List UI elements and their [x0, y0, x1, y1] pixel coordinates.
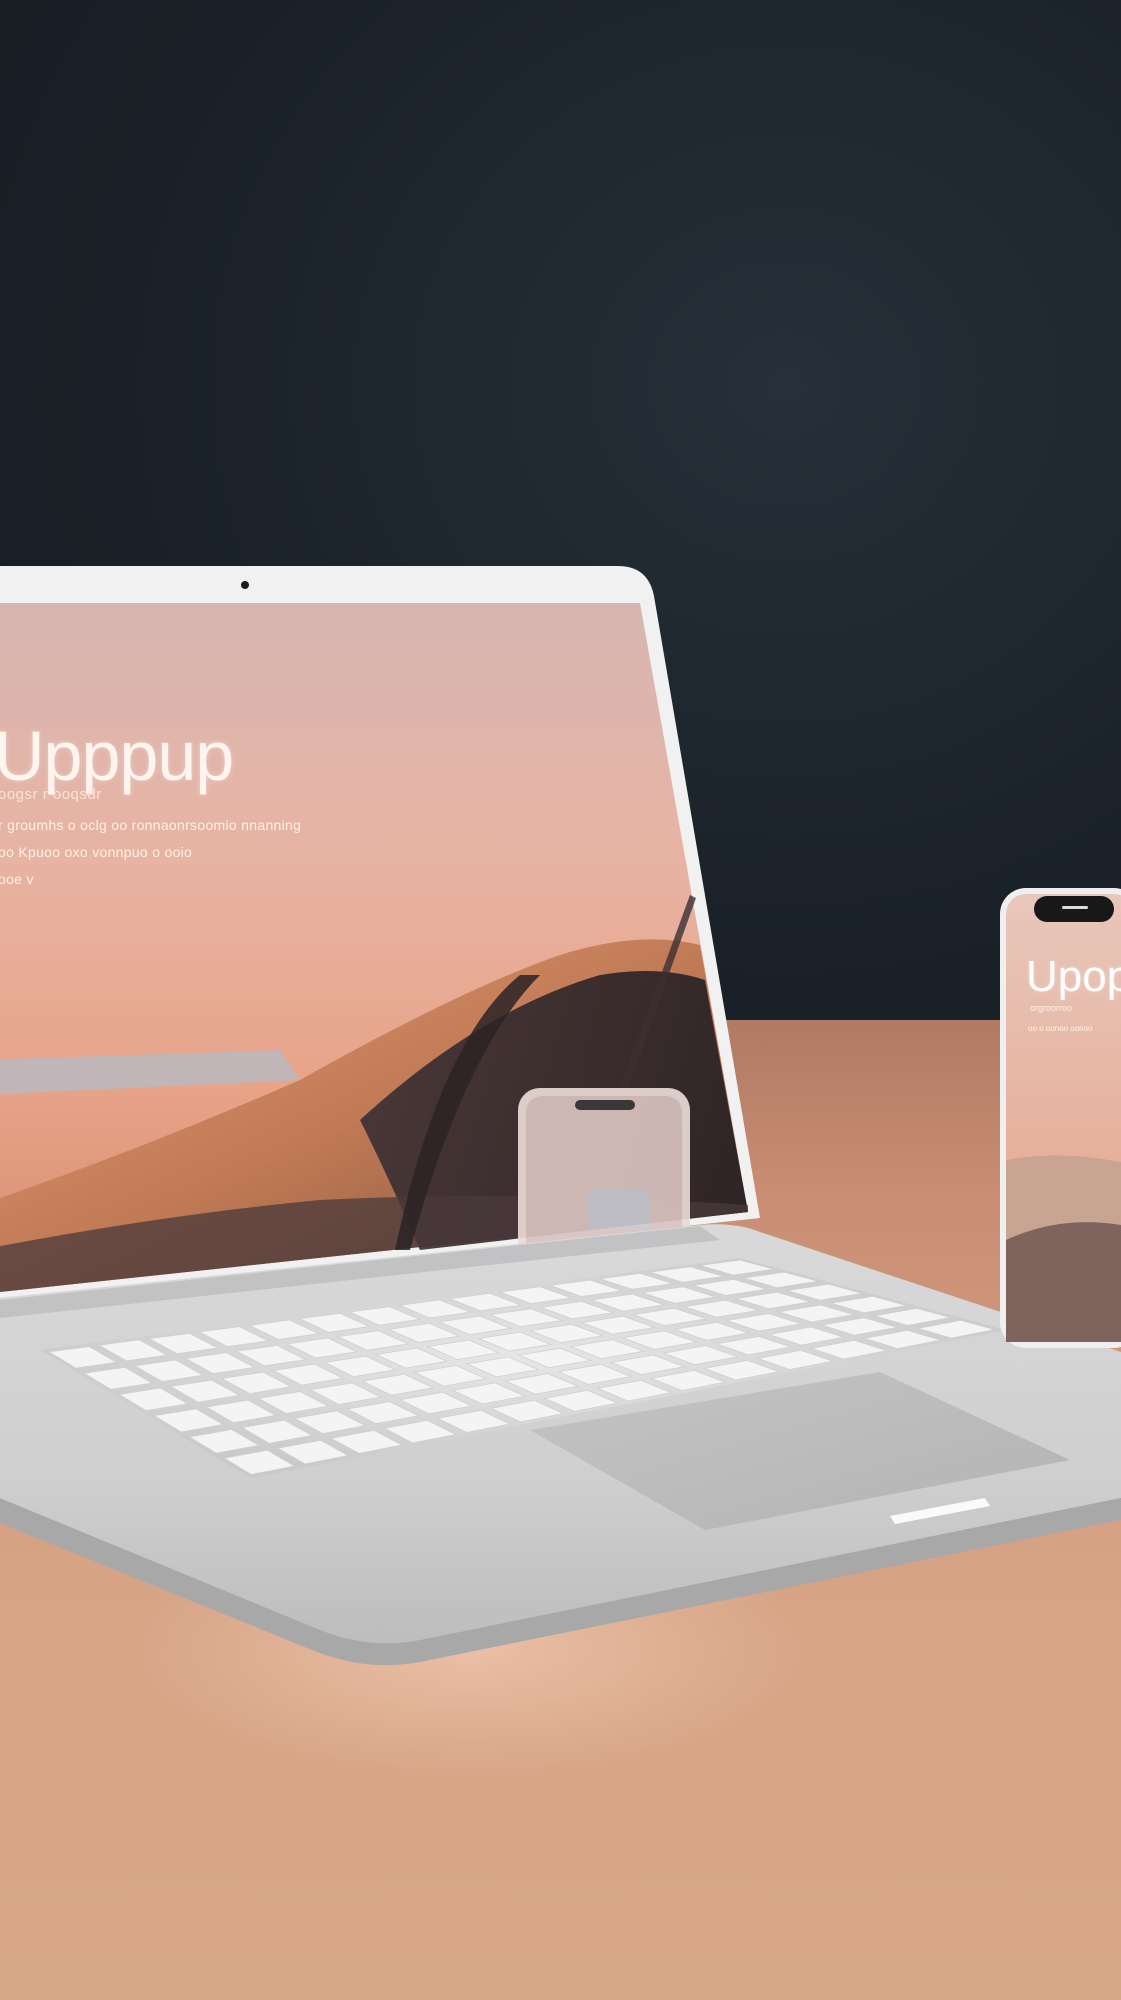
laptop-screen-line: oo Kpuoo oxo vonnpuo o ooio: [0, 844, 193, 860]
laptop-screen-line: r groumhs o oclg oo ronnaonrsoomio nnann…: [0, 817, 302, 833]
laptop-screen-subtitle: oogsr r ooqsdr: [0, 786, 102, 803]
laptop-screen-title: Upppup: [0, 717, 234, 795]
mockup-scene: Upppup oogsr r ooqsdr r groumhs o oclg o…: [0, 0, 1121, 2000]
laptop-base: [0, 1224, 1121, 1666]
laptop-screen-body: r groumhs o oclg oo ronnaonrsoomio nnann…: [0, 812, 301, 893]
laptop-screen-line: ooe v: [0, 871, 34, 887]
phone-screen-subtitle: orgroorroo: [1030, 1003, 1073, 1013]
phone-screen-line: oo o oonoo oonoo: [1028, 1024, 1093, 1033]
devices-illustration: [0, 566, 1121, 1666]
phone-screen-title: Upop: [1026, 952, 1121, 1001]
